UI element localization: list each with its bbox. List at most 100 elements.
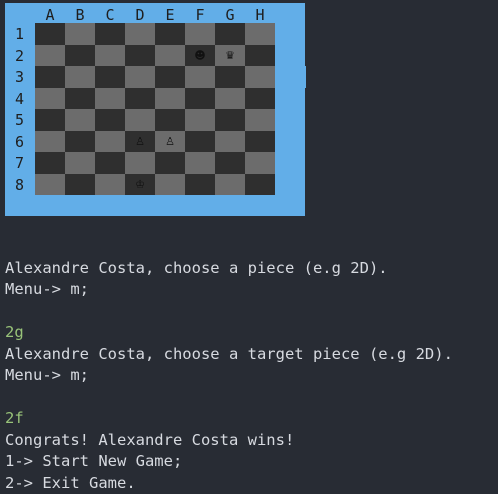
row-label-2: 2 xyxy=(15,46,29,66)
console-output-line: Menu-> m; xyxy=(5,279,495,301)
square-b6[interactable] xyxy=(65,131,95,153)
square-b4[interactable] xyxy=(65,88,95,110)
console-output-line: 2-> Exit Game. xyxy=(5,473,495,494)
console-output-line: Alexandre Costa, choose a target piece (… xyxy=(5,344,495,366)
square-b5[interactable] xyxy=(65,109,95,131)
square-d8[interactable]: ♔ xyxy=(125,174,155,196)
square-g3[interactable] xyxy=(215,66,245,88)
square-h6[interactable] xyxy=(245,131,275,153)
square-e7[interactable] xyxy=(155,152,185,174)
square-f5[interactable] xyxy=(185,109,215,131)
square-g6[interactable] xyxy=(215,131,245,153)
square-d1[interactable] xyxy=(125,23,155,45)
square-f7[interactable] xyxy=(185,152,215,174)
console-output-line: Congrats! Alexandre Costa wins! xyxy=(5,430,495,452)
column-label-g: G xyxy=(215,5,245,25)
square-a7[interactable] xyxy=(35,152,65,174)
pawn-piece[interactable]: ♙ xyxy=(135,135,145,148)
square-d2[interactable] xyxy=(125,45,155,67)
square-e1[interactable] xyxy=(155,23,185,45)
square-e5[interactable] xyxy=(155,109,185,131)
square-c5[interactable] xyxy=(95,109,125,131)
square-e8[interactable] xyxy=(155,174,185,196)
column-label-d: D xyxy=(125,5,155,25)
square-h4[interactable] xyxy=(245,88,275,110)
column-label-e: E xyxy=(155,5,185,25)
square-h3[interactable] xyxy=(245,66,275,88)
row-label-6: 6 xyxy=(15,132,29,152)
square-a6[interactable] xyxy=(35,131,65,153)
square-h1[interactable] xyxy=(245,23,275,45)
row-label-4: 4 xyxy=(15,89,29,109)
row-label-1: 1 xyxy=(15,24,29,44)
king-piece[interactable]: ♔ xyxy=(135,178,145,191)
square-b8[interactable] xyxy=(65,174,95,196)
square-h5[interactable] xyxy=(245,109,275,131)
square-b7[interactable] xyxy=(65,152,95,174)
square-c8[interactable] xyxy=(95,174,125,196)
square-b3[interactable] xyxy=(65,66,95,88)
column-label-a: A xyxy=(35,5,65,25)
square-g2[interactable]: ♛ xyxy=(215,45,245,67)
square-c3[interactable] xyxy=(95,66,125,88)
square-h7[interactable] xyxy=(245,152,275,174)
square-f6[interactable] xyxy=(185,131,215,153)
square-b1[interactable] xyxy=(65,23,95,45)
square-c4[interactable] xyxy=(95,88,125,110)
square-a8[interactable] xyxy=(35,174,65,196)
console-output-line: Alexandre Costa, choose a piece (e.g 2D)… xyxy=(5,258,495,280)
column-label-b: B xyxy=(65,5,95,25)
square-f1[interactable] xyxy=(185,23,215,45)
square-e3[interactable] xyxy=(155,66,185,88)
square-a4[interactable] xyxy=(35,88,65,110)
console-output-line: 1-> Start New Game; xyxy=(5,451,495,473)
panel-edge-marker xyxy=(305,66,306,88)
square-e4[interactable] xyxy=(155,88,185,110)
square-d6[interactable]: ♙ xyxy=(125,131,155,153)
row-label-3: 3 xyxy=(15,67,29,87)
chess-board-grid[interactable]: ☻ ♛ ♙ ♙ ♔ xyxy=(35,23,275,195)
dark-piece[interactable]: ☻ xyxy=(194,49,205,62)
column-label-f: F xyxy=(185,5,215,25)
square-a2[interactable] xyxy=(35,45,65,67)
chess-board-panel: ABCDEFGH 12345678 ☻ ♛ ♙ ♙ ♔ xyxy=(5,3,305,216)
column-label-c: C xyxy=(95,5,125,25)
column-label-h: H xyxy=(245,5,275,25)
square-c1[interactable] xyxy=(95,23,125,45)
queen-piece[interactable]: ♛ xyxy=(225,49,235,62)
console-input-line: 2f xyxy=(5,408,495,430)
square-d5[interactable] xyxy=(125,109,155,131)
console-output-line xyxy=(5,301,495,323)
square-f3[interactable] xyxy=(185,66,215,88)
square-a5[interactable] xyxy=(35,109,65,131)
square-d4[interactable] xyxy=(125,88,155,110)
terminal-output: Alexandre Costa, choose a piece (e.g 2D)… xyxy=(5,236,495,494)
square-g8[interactable] xyxy=(215,174,245,196)
row-label-5: 5 xyxy=(15,110,29,130)
row-label-7: 7 xyxy=(15,153,29,173)
pawn-piece[interactable]: ♙ xyxy=(165,135,175,148)
row-label-8: 8 xyxy=(15,175,29,195)
square-g5[interactable] xyxy=(215,109,245,131)
console-input-line: 2g xyxy=(5,322,495,344)
square-a3[interactable] xyxy=(35,66,65,88)
console-output-line xyxy=(5,387,495,409)
square-f8[interactable] xyxy=(185,174,215,196)
square-d3[interactable] xyxy=(125,66,155,88)
square-c7[interactable] xyxy=(95,152,125,174)
square-g7[interactable] xyxy=(215,152,245,174)
square-b2[interactable] xyxy=(65,45,95,67)
console-output-line: Menu-> m; xyxy=(5,365,495,387)
square-a1[interactable] xyxy=(35,23,65,45)
square-c6[interactable] xyxy=(95,131,125,153)
square-d7[interactable] xyxy=(125,152,155,174)
square-g4[interactable] xyxy=(215,88,245,110)
square-c2[interactable] xyxy=(95,45,125,67)
square-e6[interactable]: ♙ xyxy=(155,131,185,153)
square-g1[interactable] xyxy=(215,23,245,45)
square-f4[interactable] xyxy=(185,88,215,110)
square-h2[interactable] xyxy=(245,45,275,67)
square-h8[interactable] xyxy=(245,174,275,196)
square-e2[interactable] xyxy=(155,45,185,67)
square-f2[interactable]: ☻ xyxy=(185,45,215,67)
